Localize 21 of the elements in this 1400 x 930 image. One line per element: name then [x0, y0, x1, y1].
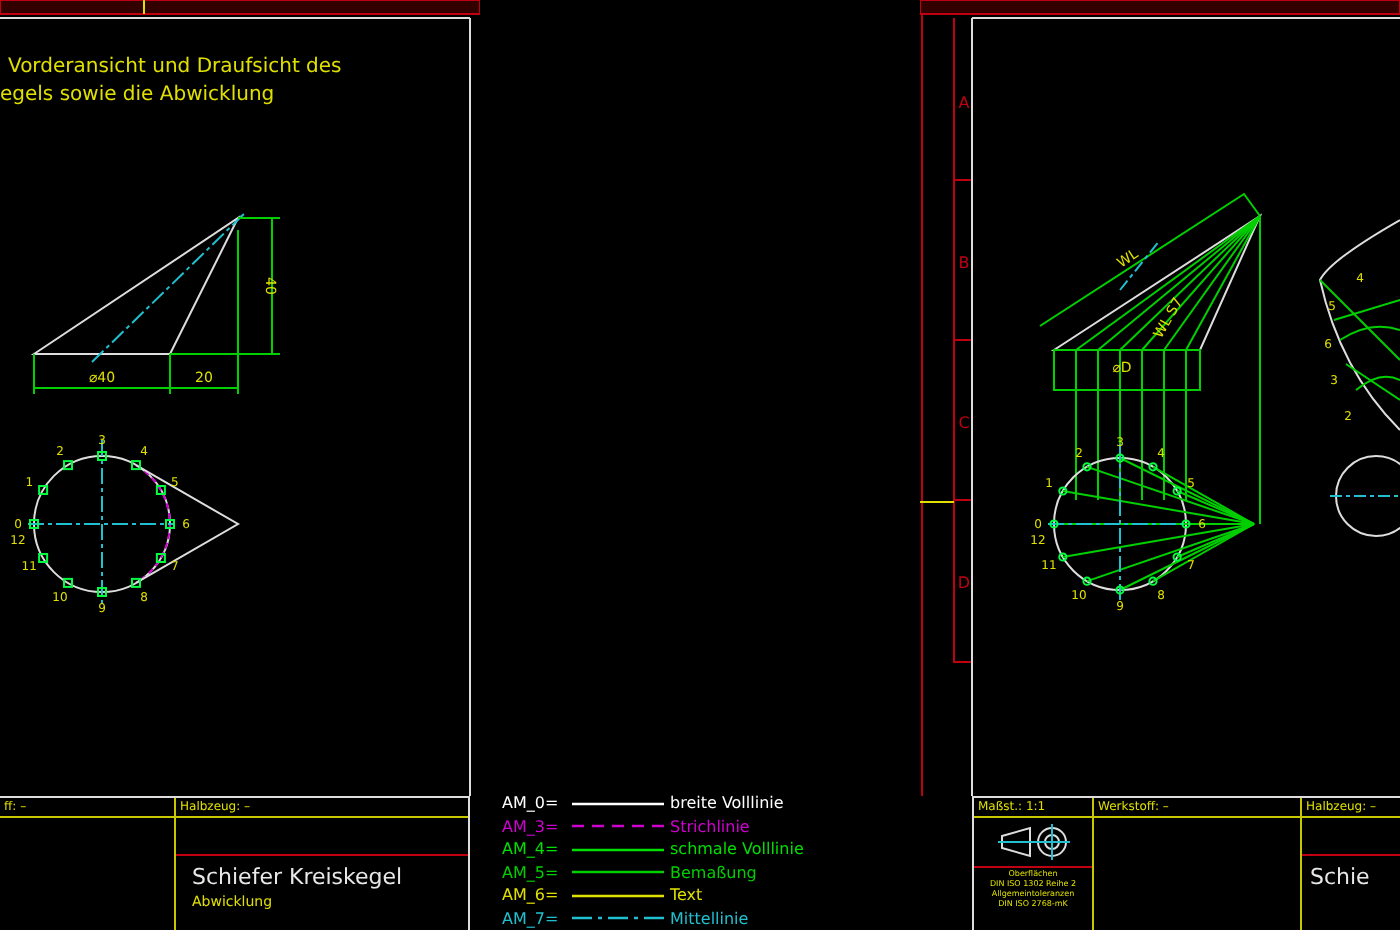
- frame-zone-letter: A: [958, 94, 970, 112]
- line-type-label: Text: [670, 886, 703, 905]
- line-type-label: Mittellinie: [670, 909, 749, 928]
- line-type-label: Strichlinie: [670, 817, 750, 836]
- frame-zone-letter: D: [957, 574, 971, 592]
- layer-name: AM_0=: [502, 794, 561, 813]
- layer-name: AM_3=: [502, 817, 561, 836]
- task-text: egels sowie die Abwicklung: [0, 84, 275, 106]
- frame-zone-letter: B: [958, 254, 970, 272]
- layer-name: AM_4=: [502, 840, 561, 859]
- line-type-label: Bemaßung: [670, 863, 757, 882]
- line-type-label: schmale Volllinie: [670, 840, 804, 859]
- layer-name: AM_6=: [502, 886, 561, 905]
- drawing-title: Schie: [1308, 864, 1372, 890]
- projection-symbol-icon: [997, 824, 1069, 860]
- drawing-title: Schiefer Kreiskegel: [190, 864, 405, 890]
- layer-name: AM_5=: [502, 863, 561, 882]
- frame-zone-letter: C: [958, 414, 970, 432]
- line-type-label: breite Volllinie: [670, 794, 784, 813]
- task-text: Vorderansicht und Draufsicht des: [8, 56, 342, 78]
- layer-name: AM_7=: [502, 909, 561, 928]
